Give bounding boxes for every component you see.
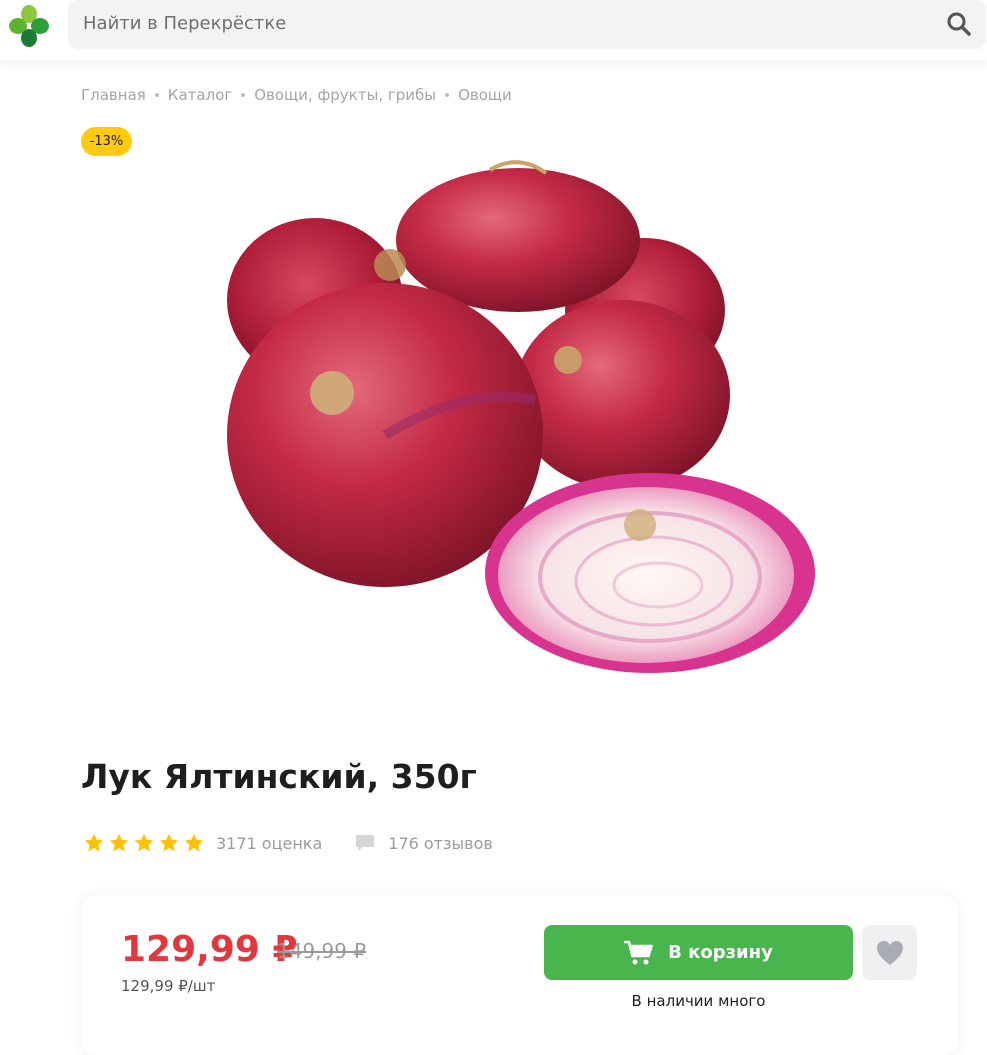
comment-icon — [356, 835, 375, 851]
header: Найти в Перекрёстке — [0, 0, 987, 60]
cart-icon — [624, 940, 653, 964]
rating-row: 3171 оценка 176 отзывов — [83, 830, 493, 856]
search-input[interactable]: Найти в Перекрёстке — [83, 13, 286, 34]
breadcrumb-separator — [241, 93, 246, 97]
unit-price: 129,99 ₽/шт — [121, 977, 216, 995]
current-price: 129,99 ₽ — [121, 929, 298, 970]
breadcrumb-subcategory[interactable]: Овощи — [458, 86, 512, 104]
favorite-button[interactable] — [862, 925, 917, 980]
star-icon — [109, 833, 129, 852]
breadcrumb-catalog[interactable]: Каталог — [168, 86, 232, 104]
search-bar[interactable]: Найти в Перекрёстке — [68, 0, 986, 49]
search-icon[interactable] — [946, 11, 972, 37]
reviews-link[interactable]: 176 отзывов — [354, 832, 493, 854]
rating-stars[interactable] — [83, 832, 205, 854]
add-to-cart-button[interactable]: В корзину — [544, 925, 853, 980]
breadcrumb: Главная Каталог Овощи, фрукты, грибы Ово… — [81, 84, 512, 106]
star-icon — [134, 833, 154, 852]
star-icon — [159, 833, 179, 852]
breadcrumb-separator — [154, 93, 159, 97]
discount-badge: -13% — [81, 127, 132, 156]
star-icon — [184, 833, 204, 852]
product-image[interactable] — [210, 145, 830, 705]
price-card: 129,99 ₽ 149,99 ₽ 129,99 ₽/шт В корзину … — [81, 895, 958, 1055]
star-icon — [84, 833, 104, 852]
availability-status: В наличии много — [631, 992, 766, 1010]
perekrestok-logo-icon[interactable] — [6, 3, 52, 49]
old-price: 149,99 ₽ — [277, 939, 367, 963]
ratings-count[interactable]: 3171 оценка — [216, 834, 322, 853]
heart-icon — [876, 940, 903, 965]
breadcrumb-home[interactable]: Главная — [81, 86, 146, 104]
breadcrumb-separator — [445, 93, 450, 97]
reviews-count[interactable]: 176 отзывов — [388, 834, 493, 853]
breadcrumb-category[interactable]: Овощи, фрукты, грибы — [254, 86, 436, 104]
product-title: Лук Ялтинский, 350г — [81, 757, 477, 796]
add-to-cart-label: В корзину — [668, 942, 773, 963]
